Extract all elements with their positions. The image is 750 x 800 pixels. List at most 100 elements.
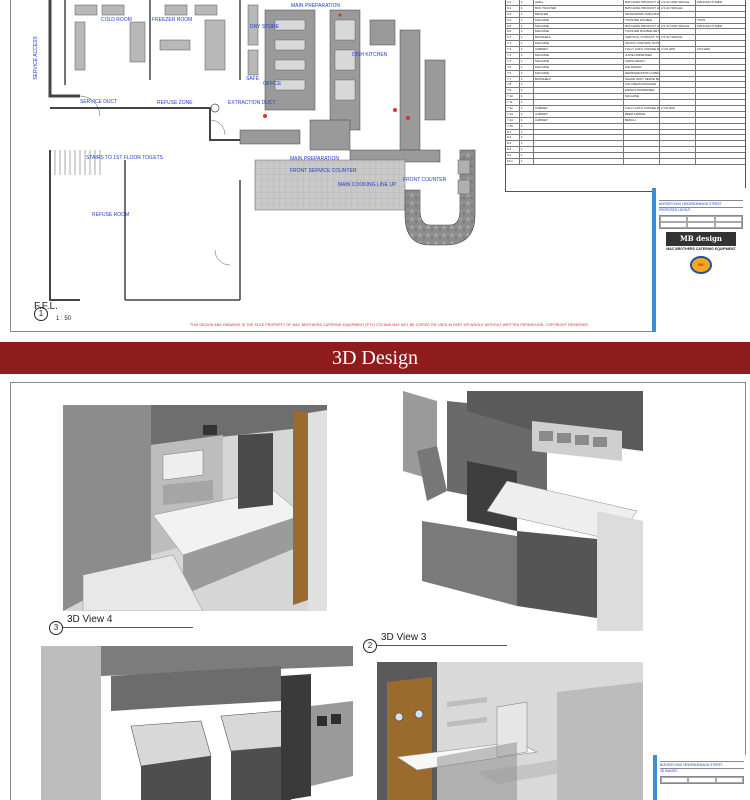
3d-view-3-render xyxy=(367,391,643,631)
schedule-cell: GRILL xyxy=(534,0,624,5)
schedule-cell xyxy=(660,159,696,164)
schedule-cell xyxy=(624,147,660,153)
schedule-cell: 7.7 xyxy=(506,76,520,82)
schedule-cell: DRINKS DISPENSER xyxy=(624,88,660,94)
schedule-cell: 1 xyxy=(520,70,534,76)
room-label-main-cooking-line-up: MAIN COOKING LINE UP xyxy=(338,182,397,188)
schedule-cell xyxy=(696,29,745,34)
schedule-cell xyxy=(696,65,745,70)
schedule-cell: 6.6 xyxy=(506,29,520,35)
schedule-cell: MACHINE xyxy=(624,94,660,100)
schedule-cell xyxy=(534,88,624,94)
mb-design-logo: MB design xyxy=(666,232,736,246)
schedule-cell xyxy=(660,117,696,123)
plan-view-number: 1 xyxy=(34,307,48,321)
schedule-cell: BENCH xyxy=(624,117,660,123)
section-banner: 3D Design xyxy=(0,342,750,374)
room-label-front-counter: FRONT COUNTER xyxy=(403,177,447,183)
schedule-cell xyxy=(696,53,745,58)
schedule-cell: MANUFACTURED xyxy=(697,0,723,4)
schedule-cell: 7.8 xyxy=(506,82,520,88)
schedule-cell xyxy=(534,153,624,159)
schedule-cell xyxy=(624,159,660,164)
room-label-safe: SAFE xyxy=(246,76,260,82)
3d-view-bottom-right-render xyxy=(377,662,643,800)
schedule-cell: 7.6 xyxy=(506,70,520,76)
schedule-cell: REFRIGERATION CABINET xyxy=(625,70,660,76)
schedule-cell: 9.1 xyxy=(506,153,520,159)
room-label-refuse-room: REFUSE ROOM xyxy=(92,212,130,218)
schedule-cell xyxy=(696,124,745,129)
floor-plan-drawing xyxy=(48,0,476,301)
schedule-cell: 1 xyxy=(520,117,534,123)
schedule-cell: 1 xyxy=(520,106,534,111)
schedule-cell xyxy=(660,111,696,117)
schedule-cell: TOASTER DOUBLE xyxy=(624,17,660,23)
schedule-cell xyxy=(660,53,696,58)
room-label-stairs: STAIRS TO 1ST FLOOR TOILETS xyxy=(86,155,163,161)
view-4-label: 3D View 4 xyxy=(67,614,113,625)
schedule-cell: 10.1 xyxy=(506,159,520,164)
schedule-cell: 7.13 xyxy=(506,111,520,117)
schedule-cell: 7.2 xyxy=(506,47,520,53)
schedule-cell: BATCHING PRODUCT HOLDING UNITS xyxy=(625,5,660,11)
room-label-front-service-counter: FRONT SERVICE COUNTER xyxy=(290,168,357,174)
schedule-cell: 1 xyxy=(520,23,534,29)
schedule-cell xyxy=(534,147,624,153)
room-label-dry-store: DRY STORE xyxy=(250,24,279,30)
schedule-cell xyxy=(696,41,745,46)
plan-view-scale: 1 : 50 xyxy=(56,316,72,322)
schedule-cell xyxy=(660,141,696,147)
schedule-cell: 6.3 xyxy=(506,11,520,17)
schedule-cell: MACHINE xyxy=(534,17,624,23)
schedule-cell: 1 xyxy=(520,123,534,129)
schedule-cell: 7.12 xyxy=(506,106,520,111)
title-block-grid xyxy=(659,215,743,229)
schedule-cell: 8.1 xyxy=(506,129,520,135)
schedule-cell: 7.5 xyxy=(506,64,520,70)
schedule-cell: 6.7 xyxy=(506,35,520,41)
schedule-cell: 8.3 xyxy=(506,141,520,147)
view-4-number: 3 xyxy=(49,621,63,635)
room-label-main-preparation-2: MAIN PREPARATION xyxy=(290,156,339,162)
schedule-cell xyxy=(660,94,696,100)
schedule-cell: MICROWAVE OVEN MANUAL xyxy=(625,11,660,17)
schedule-cell xyxy=(696,112,745,117)
schedule-cell: CABINET xyxy=(534,47,624,53)
view-3-label: 3D View 3 xyxy=(381,632,427,643)
room-label-cold-room: COLD ROOM xyxy=(101,17,132,23)
schedule-cell: VERTICAL CONTACT TOASTER xyxy=(625,35,660,41)
schedule-cell: 1 xyxy=(520,153,534,159)
3d-title-block-drawing: 3D IMAGES xyxy=(660,769,678,773)
schedule-cell: 6.4 xyxy=(506,17,520,23)
schedule-cell xyxy=(696,6,745,11)
schedule-cell: 7.14 xyxy=(506,117,520,123)
3d-title-block: BURGER KING HEIDENDEMAGH STREET 3D IMAGE… xyxy=(653,755,747,800)
schedule-cell xyxy=(696,35,745,40)
room-label-extraction-duct: EXTRACTION DUCT xyxy=(228,100,276,106)
schedule-cell xyxy=(660,123,696,129)
schedule-cell: 1/3 GN SINGLE xyxy=(660,5,696,11)
schedule-cell: ICE MAKER xyxy=(624,64,660,70)
schedule-cell: SHAKE SOFT SERVE MACHINE xyxy=(625,76,660,82)
schedule-cell: CABINET xyxy=(534,111,624,117)
schedule-cell xyxy=(624,135,660,141)
schedule-cell: CABINET xyxy=(534,117,624,123)
schedule-row: 10.1 1 xyxy=(506,159,745,165)
3d-title-block-grid xyxy=(660,776,744,784)
schedule-cell: BUN TOASTER xyxy=(534,5,624,11)
equipment-schedule: 6.11GRILLBATCHING PRODUCT HOLDING UNITS1… xyxy=(505,0,746,192)
schedule-cell: 1 xyxy=(520,47,534,53)
schedule-cell: 7.9 xyxy=(506,88,520,94)
room-label-office: OFFICE xyxy=(263,81,282,87)
schedule-cell: TOASTER DOUBLE DETENTION SHELF xyxy=(625,29,660,35)
schedule-cell: 1 xyxy=(520,82,534,88)
schedule-cell xyxy=(696,59,745,64)
schedule-cell: 1 xyxy=(520,53,534,58)
room-label-service-duct: SERVICE DUCT xyxy=(80,99,118,105)
schedule-cell: 1 xyxy=(520,29,534,35)
schedule-cell xyxy=(660,100,696,106)
schedule-cell: 1 xyxy=(520,0,534,5)
schedule-cell xyxy=(660,135,696,141)
schedule-cell: 2 GN 20W xyxy=(660,47,696,53)
